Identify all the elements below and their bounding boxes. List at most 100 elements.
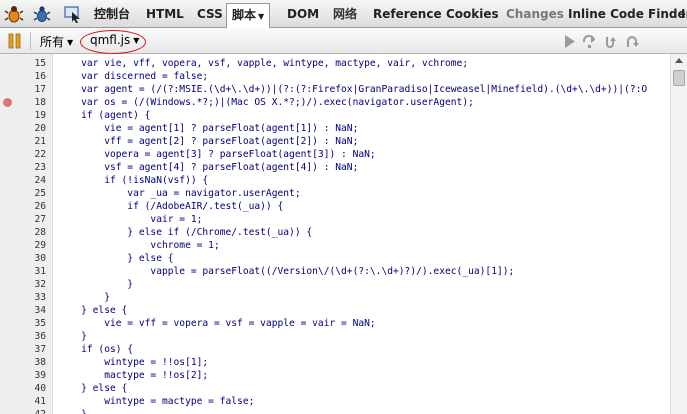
code-line: 23 vsf = agent[4] ? parseFloat(agent[4])… <box>0 161 670 174</box>
line-number[interactable]: 21 <box>0 135 46 148</box>
code-line: 31 vapple = parseFloat((/Version\/(\d+(?… <box>0 265 670 278</box>
code-line: 32 } <box>0 278 670 291</box>
line-number[interactable]: 24 <box>0 174 46 187</box>
tab-reference[interactable]: Reference <box>367 3 448 27</box>
line-number[interactable]: 20 <box>0 122 46 135</box>
code-text: wintype = mactype = false; <box>58 396 255 407</box>
line-number[interactable]: 29 <box>0 239 46 252</box>
code-line: 22 vopera = agent[3] ? parseFloat(agent[… <box>0 148 670 161</box>
code-line: 38 wintype = !!os[1]; <box>0 356 670 369</box>
code-text: if (agent) { <box>58 110 151 121</box>
tab-net[interactable]: 网络 <box>327 3 363 27</box>
chevron-down-icon: ▼ <box>67 38 74 47</box>
line-number[interactable]: 38 <box>0 356 46 369</box>
code-text: var os = (/(Windows.*?;)|(Mac OS X.*?;)/… <box>58 97 474 108</box>
line-number[interactable]: 19 <box>0 109 46 122</box>
code-text: vie = vff = vopera = vsf = vapple = vair… <box>58 318 376 329</box>
tab-inline-code-finder[interactable]: Inline Code Finder <box>562 3 687 27</box>
line-number[interactable]: 25 <box>0 187 46 200</box>
tab-cookies[interactable]: Cookies <box>440 3 505 27</box>
code-line: 26 if (/AdobeAIR/.test(_ua)) { <box>0 200 670 213</box>
code-text: } else { <box>58 305 128 316</box>
code-line: 33 } <box>0 291 670 304</box>
firebug-icon[interactable] <box>4 4 24 24</box>
code-text: vapple = parseFloat((/Version\/(\d+(?:\.… <box>58 266 515 277</box>
continue-icon[interactable] <box>562 34 577 49</box>
code-text: if (!isNaN(vsf)) { <box>58 175 209 186</box>
toolbar-divider <box>30 32 31 50</box>
line-number[interactable]: 42 <box>0 408 46 414</box>
code-text: } <box>58 279 134 290</box>
code-line: 24 if (!isNaN(vsf)) { <box>0 174 670 187</box>
code-line: 34 } else { <box>0 304 670 317</box>
line-number[interactable]: 15 <box>0 57 46 70</box>
tab-script[interactable]: 脚本 ▼ <box>226 3 271 29</box>
code-line: 25 var _ua = navigator.userAgent; <box>0 187 670 200</box>
line-number[interactable]: 32 <box>0 278 46 291</box>
pause-icon[interactable] <box>8 33 22 49</box>
inspect-icon[interactable] <box>63 4 83 24</box>
line-number[interactable]: 37 <box>0 343 46 356</box>
code-text: vff = agent[2] ? parseFloat(agent[2]) : … <box>58 136 359 147</box>
line-number[interactable]: 39 <box>0 369 46 382</box>
tab-script-label: 脚本 <box>232 8 257 22</box>
code-line: 37 if (os) { <box>0 343 670 356</box>
tab-html[interactable]: HTML <box>140 3 190 27</box>
line-number[interactable]: 16 <box>0 70 46 83</box>
line-number[interactable]: 23 <box>0 161 46 174</box>
source-code-view[interactable]: 15 var vie, vff, vopera, vsf, vapple, wi… <box>0 57 670 414</box>
line-number[interactable]: 22 <box>0 148 46 161</box>
code-line: 27 vair = 1; <box>0 213 670 226</box>
code-line: 17 var agent = (/(?:MSIE.(\d+\.\d+))|(?:… <box>0 83 670 96</box>
step-into-icon[interactable] <box>604 34 619 49</box>
code-text: } <box>58 331 87 342</box>
line-number[interactable]: 18 <box>0 96 46 109</box>
line-number[interactable]: 28 <box>0 226 46 239</box>
line-number[interactable]: 26 <box>0 200 46 213</box>
code-text: wintype = !!os[1]; <box>58 357 209 368</box>
tab-overflow[interactable]: I <box>675 3 687 27</box>
code-text: var _ua = navigator.userAgent; <box>58 188 301 199</box>
bug-icon[interactable] <box>32 4 52 24</box>
line-number[interactable]: 17 <box>0 83 46 96</box>
tab-dom[interactable]: DOM <box>281 3 325 27</box>
code-line: 40 } else { <box>0 382 670 395</box>
code-line: 36 } <box>0 330 670 343</box>
code-line: 41 wintype = mactype = false; <box>0 395 670 408</box>
code-line: 28 } else if (/Chrome/.test(_ua)) { <box>0 226 670 239</box>
line-number[interactable]: 35 <box>0 317 46 330</box>
line-number[interactable]: 41 <box>0 395 46 408</box>
chevron-down-icon: ▼ <box>258 12 265 21</box>
code-text: var agent = (/(?:MSIE.(\d+\.\d+))|(?:(?:… <box>58 84 648 95</box>
code-text: } else { <box>58 383 128 394</box>
code-text: vopera = agent[3] ? parseFloat(agent[3])… <box>58 149 376 160</box>
code-text: mactype = !!os[2]; <box>58 370 209 381</box>
line-number[interactable]: 30 <box>0 252 46 265</box>
line-number[interactable]: 31 <box>0 265 46 278</box>
step-out-icon[interactable] <box>625 34 640 49</box>
code-line: 42 } <box>0 408 670 414</box>
line-number[interactable]: 33 <box>0 291 46 304</box>
scroll-up-arrow-icon[interactable] <box>675 58 683 63</box>
tab-console[interactable]: 控制台 <box>88 3 136 27</box>
code-text: } else { <box>58 253 174 264</box>
code-text: } else if (/Chrome/.test(_ua)) { <box>58 227 313 238</box>
script-filter-menu[interactable]: 所有 ▼ <box>40 33 73 50</box>
code-line: 21 vff = agent[2] ? parseFloat(agent[2])… <box>0 135 670 148</box>
vertical-scrollbar[interactable] <box>670 54 687 414</box>
tab-changes[interactable]: Changes <box>500 3 570 27</box>
line-number[interactable]: 36 <box>0 330 46 343</box>
step-over-icon[interactable] <box>582 34 597 49</box>
code-line: 20 vie = agent[1] ? parseFloat(agent[1])… <box>0 122 670 135</box>
tab-css[interactable]: CSS <box>191 3 229 27</box>
scrollbar-thumb[interactable] <box>673 70 685 86</box>
code-text: if (os) { <box>58 344 134 355</box>
code-text: vair = 1; <box>58 214 203 225</box>
code-line: 39 mactype = !!os[2]; <box>0 369 670 382</box>
line-number[interactable]: 27 <box>0 213 46 226</box>
code-line: 15 var vie, vff, vopera, vsf, vapple, wi… <box>0 57 670 70</box>
code-line: 30 } else { <box>0 252 670 265</box>
line-number[interactable]: 34 <box>0 304 46 317</box>
code-line: 16 var discerned = false; <box>0 70 670 83</box>
line-number[interactable]: 40 <box>0 382 46 395</box>
